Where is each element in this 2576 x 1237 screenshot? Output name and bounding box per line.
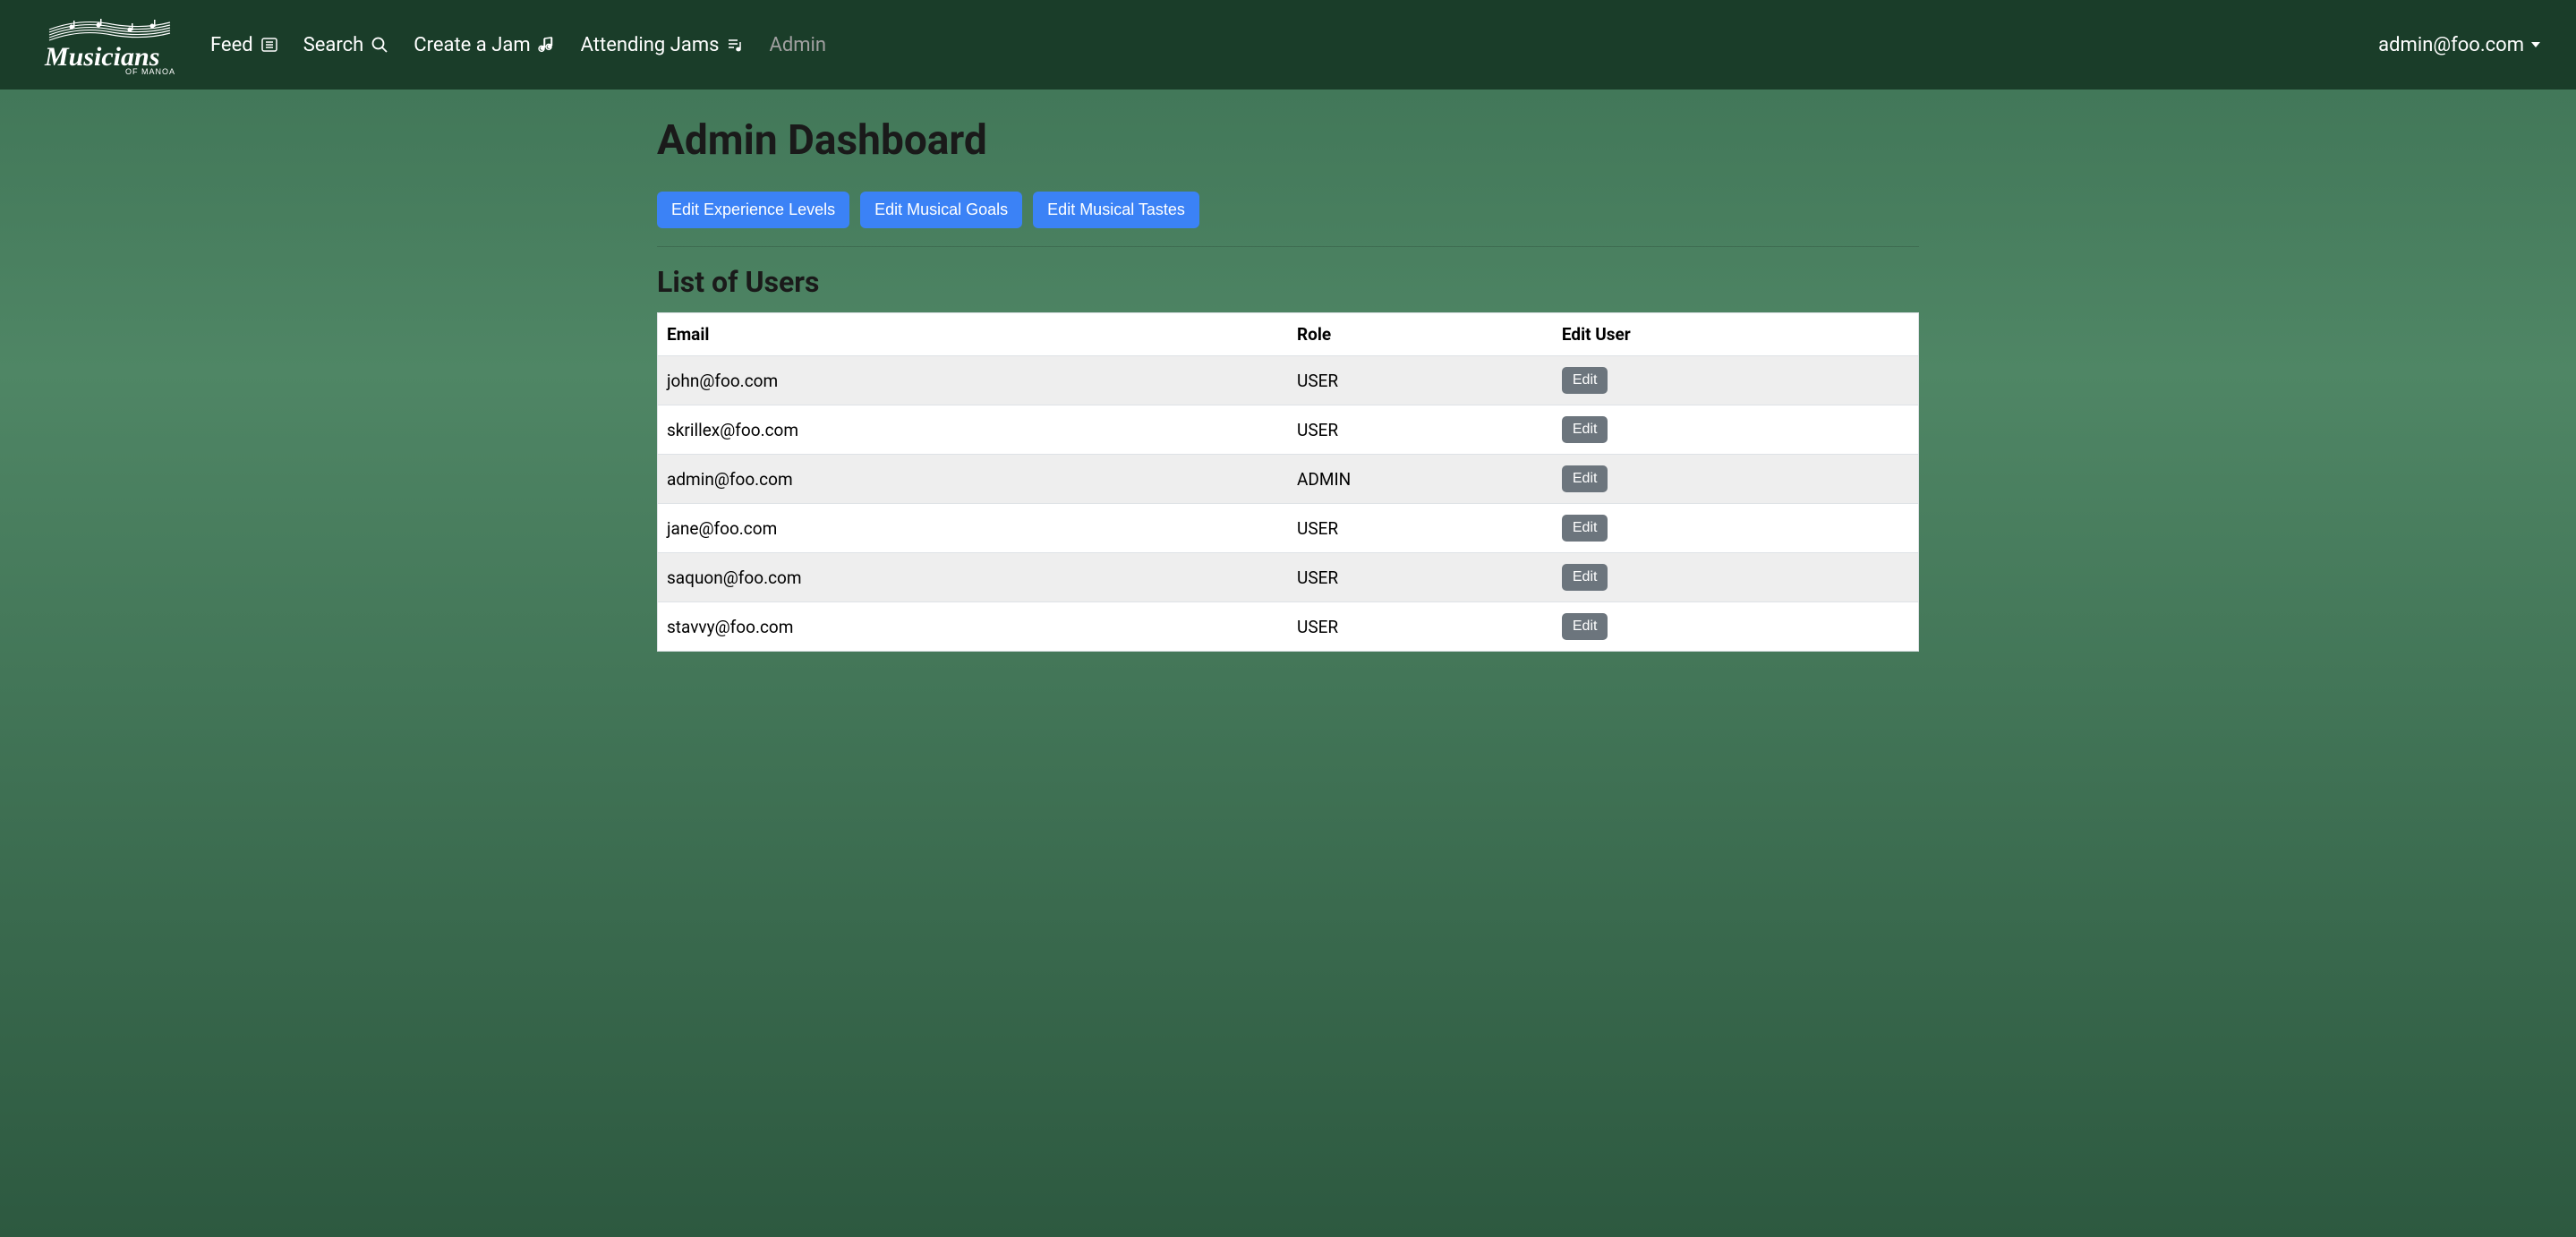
table-row: john@foo.comUSER Edit [658,356,1919,405]
music-note-icon [538,36,556,54]
user-role-cell: USER [1288,602,1553,652]
nav-links: Feed Search [210,34,826,56]
nav-link-search[interactable]: Search [303,34,389,56]
nav-label-search: Search [303,34,364,56]
user-role-cell: USER [1288,553,1553,602]
user-email-cell: stavvy@foo.com [658,602,1289,652]
nav-label-admin: Admin [770,34,827,56]
feed-icon [260,36,278,54]
user-role-cell: USER [1288,356,1553,405]
table-row: jane@foo.comUSER Edit [658,504,1919,553]
user-edit-cell: Edit [1553,602,1919,652]
user-edit-cell: Edit [1553,553,1919,602]
table-header-row: Email Role Edit User [658,313,1919,356]
edit-musical-tastes-button[interactable]: Edit Musical Tastes [1033,192,1199,228]
user-email-cell: skrillex@foo.com [658,405,1289,455]
edit-user-button[interactable]: Edit [1562,367,1608,394]
edit-musical-goals-button[interactable]: Edit Musical Goals [860,192,1022,228]
admin-action-buttons: Edit Experience Levels Edit Musical Goal… [657,192,1919,247]
edit-user-button[interactable]: Edit [1562,515,1608,542]
edit-user-button[interactable]: Edit [1562,465,1608,492]
user-edit-cell: Edit [1553,356,1919,405]
nav-left: Musicians OF MANOA Feed Search [36,13,826,76]
user-dropdown[interactable]: admin@foo.com [2378,34,2540,56]
nav-link-attending-jams[interactable]: Attending Jams [581,34,745,56]
nav-label-feed: Feed [210,34,253,56]
navbar: Musicians OF MANOA Feed Search [0,0,2576,90]
user-edit-cell: Edit [1553,455,1919,504]
user-role-cell: USER [1288,405,1553,455]
edit-user-button[interactable]: Edit [1562,564,1608,591]
user-role-cell: USER [1288,504,1553,553]
search-icon [371,36,388,54]
user-email-cell: admin@foo.com [658,455,1289,504]
column-header-edit: Edit User [1553,313,1919,356]
page-title: Admin Dashboard [657,116,1919,165]
column-header-email: Email [658,313,1289,356]
chevron-down-icon [2531,42,2540,47]
table-row: skrillex@foo.comUSER Edit [658,405,1919,455]
table-row: stavvy@foo.comUSER Edit [658,602,1919,652]
logo-svg: Musicians OF MANOA [36,13,183,76]
user-email-cell: saquon@foo.com [658,553,1289,602]
main-container: Admin Dashboard Edit Experience Levels E… [621,90,1955,670]
users-table: Email Role Edit User john@foo.comUSEREdi… [657,312,1919,652]
user-edit-cell: Edit [1553,504,1919,553]
svg-text:OF MANOA: OF MANOA [125,67,175,76]
nav-label-create-jam: Create a Jam [414,34,530,56]
nav-link-admin[interactable]: Admin [770,34,827,56]
user-role-cell: ADMIN [1288,455,1553,504]
nav-label-attending-jams: Attending Jams [581,34,720,56]
column-header-role: Role [1288,313,1553,356]
nav-link-create-jam[interactable]: Create a Jam [414,34,555,56]
user-email: admin@foo.com [2378,34,2524,56]
nav-link-feed[interactable]: Feed [210,34,278,56]
edit-experience-levels-button[interactable]: Edit Experience Levels [657,192,849,228]
edit-user-button[interactable]: Edit [1562,416,1608,443]
users-section-title: List of Users [657,265,1919,299]
user-email-cell: john@foo.com [658,356,1289,405]
music-list-icon [727,36,745,54]
table-row: saquon@foo.comUSER Edit [658,553,1919,602]
table-row: admin@foo.comADMIN Edit [658,455,1919,504]
user-edit-cell: Edit [1553,405,1919,455]
user-email-cell: jane@foo.com [658,504,1289,553]
brand-logo[interactable]: Musicians OF MANOA [36,13,183,76]
edit-user-button[interactable]: Edit [1562,613,1608,640]
